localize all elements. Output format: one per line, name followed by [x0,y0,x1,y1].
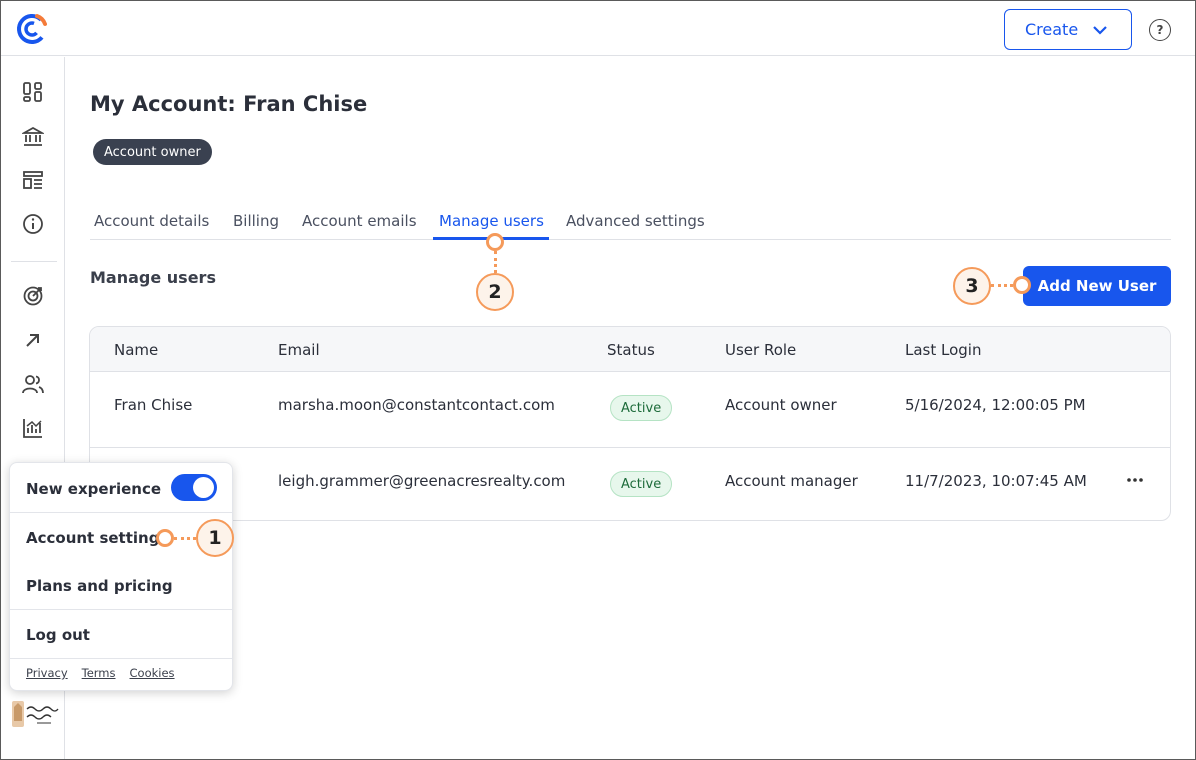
brand-logo[interactable] [11,697,59,733]
tab-billing[interactable]: Billing [233,212,279,230]
tab-manage-users[interactable]: Manage users [439,212,544,230]
last-login: 5/16/2024, 12:00:05 PM [905,396,1086,414]
help-icon[interactable]: ? [1149,19,1171,41]
info-icon[interactable] [22,213,44,235]
callout-2-marker: 2 [476,273,514,311]
constant-contact-logo-icon[interactable] [15,12,49,46]
tab-advanced-settings[interactable]: Advanced settings [566,212,705,230]
column-header-email: Email [278,341,320,359]
cookies-link[interactable]: Cookies [130,666,175,680]
chart-icon[interactable] [22,417,44,439]
status-badge: Active [610,395,673,421]
status-badge: Active [610,471,673,497]
tab-account-details[interactable]: Account details [94,212,209,230]
more-options-icon[interactable] [1126,476,1144,484]
account-tabs: Account details Billing Account emails M… [90,200,1171,240]
page-title: My Account: Fran Chise [90,92,368,116]
user-email: leigh.grammer@greenacresrealty.com [278,472,566,490]
table-header: Name Email Status User Role Last Login [90,327,1170,372]
privacy-link[interactable]: Privacy [26,666,68,680]
column-header-role: User Role [725,341,797,359]
callout-2-connector [494,251,497,273]
chevron-down-icon [1093,25,1107,35]
callout-3-marker: 3 [953,267,991,305]
callout-1-connector [174,537,196,540]
callout-1-anchor [156,529,174,547]
last-login: 11/7/2023, 10:07:45 AM [905,472,1087,490]
user-role: Account owner [725,396,837,414]
new-experience-label: New experience [26,480,162,498]
table-row[interactable]: Fran Chise marsha.moon@constantcontact.c… [90,372,1170,447]
callout-2-anchor [486,233,504,251]
new-experience-toggle[interactable] [171,474,217,501]
toggle-knob [193,477,214,498]
callout-3-anchor [1013,276,1031,294]
column-header-status: Status [607,341,655,359]
menu-divider [10,658,232,659]
account-settings-menu-item[interactable]: Account settings [26,529,168,547]
callout-1-marker: 1 [196,519,234,557]
dashboard-icon[interactable] [22,81,44,103]
create-button[interactable]: Create [1004,9,1132,50]
terms-link[interactable]: Terms [82,666,116,680]
add-new-user-button[interactable]: Add New User [1023,266,1171,306]
user-email: marsha.moon@constantcontact.com [278,396,555,414]
column-header-last-login: Last Login [905,341,982,359]
menu-divider [10,609,232,610]
target-icon[interactable] [22,285,44,307]
layout-icon[interactable] [22,169,44,191]
rail-divider [11,261,57,262]
callout-3-connector [991,284,1013,287]
footer-links: Privacy Terms Cookies [26,666,175,680]
account-menu-popover: New experience Account settings Plans an… [9,462,233,691]
bank-icon[interactable] [20,125,46,147]
user-name: Fran Chise [114,396,193,414]
create-button-label: Create [1025,20,1079,39]
users-table: Name Email Status User Role Last Login F… [89,326,1171,521]
menu-divider [10,512,232,513]
top-bar: Create ? [1,1,1195,56]
log-out-menu-item[interactable]: Log out [26,626,90,644]
section-title: Manage users [90,268,216,287]
user-role: Account manager [725,472,858,490]
account-owner-badge: Account owner [93,139,212,165]
table-row[interactable]: leigh.grammer@greenacresrealty.com Activ… [90,447,1170,520]
tab-account-emails[interactable]: Account emails [302,212,417,230]
arrow-up-right-icon[interactable] [22,329,44,351]
users-icon[interactable] [22,373,44,395]
plans-and-pricing-menu-item[interactable]: Plans and pricing [26,577,173,595]
column-header-name: Name [114,341,159,359]
